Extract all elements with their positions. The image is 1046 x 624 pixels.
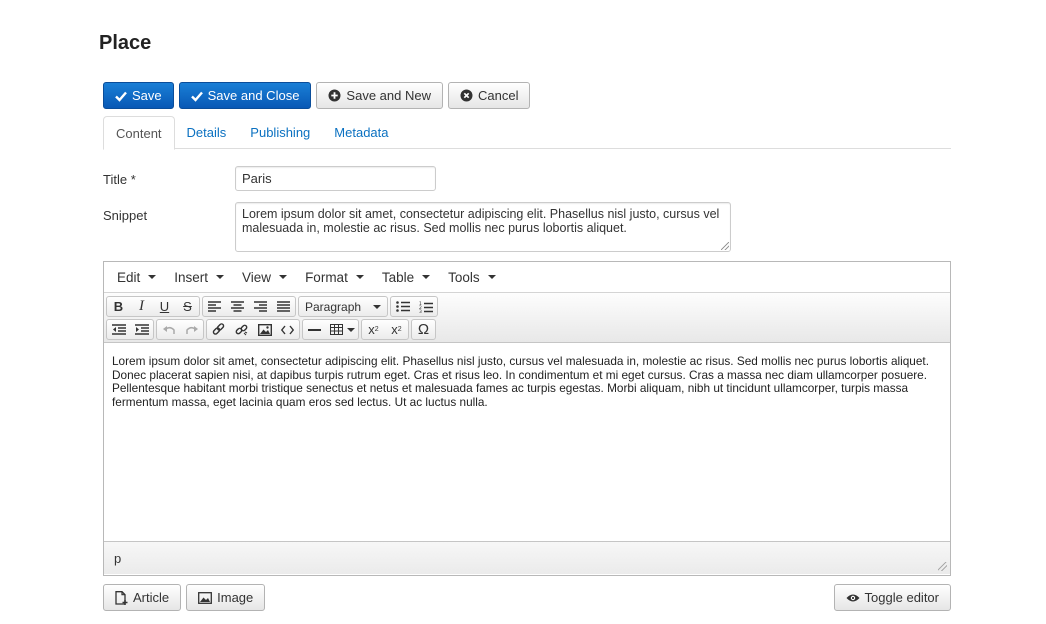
strikethrough-icon[interactable]: S [176,297,199,316]
link-icon[interactable] [207,320,230,339]
save-and-new-button[interactable]: Save and New [316,82,443,109]
redo-icon[interactable] [180,320,203,339]
check-icon [115,90,127,102]
rich-text-editor: Edit Insert View Format Table Tools B I … [103,261,951,576]
snippet-textarea[interactable]: Lorem ipsum dolor sit amet, consectetur … [235,202,731,252]
subscript-icon[interactable]: x2 [362,320,385,339]
editor-statusbar: p [104,541,950,574]
toggle-editor-button[interactable]: Toggle editor [833,584,951,611]
resize-grip-icon[interactable] [938,562,947,571]
align-right-icon[interactable] [249,297,272,316]
tab-bar: Content Details Publishing Metadata [103,116,951,150]
caret-down-icon [216,275,225,279]
caret-down-icon [355,275,364,279]
align-left-icon[interactable] [203,297,226,316]
horizontal-rule-icon[interactable] [303,320,326,339]
editor-menubar: Edit Insert View Format Table Tools [104,262,950,293]
align-justify-icon[interactable] [272,297,295,316]
editor-content[interactable]: Lorem ipsum dolor sit amet, consectetur … [104,343,950,541]
omega-icon[interactable]: Ω [412,320,435,339]
picture-icon [198,591,213,604]
save-button[interactable]: Save [103,82,174,109]
element-path[interactable]: p [114,551,121,566]
article-button[interactable]: Article [103,584,182,611]
bullet-list-icon[interactable] [391,297,414,316]
italic-icon[interactable]: I [130,297,153,316]
menu-format[interactable]: Format [296,270,373,285]
tab-content[interactable]: Content [103,116,175,150]
underline-icon[interactable]: U [153,297,176,316]
numbered-list-icon[interactable]: 123 [414,297,437,316]
svg-text:3: 3 [419,309,422,313]
menu-edit[interactable]: Edit [108,270,165,285]
code-icon[interactable] [276,320,299,339]
caret-down-icon [373,304,381,309]
resize-handle-icon[interactable] [721,242,729,250]
image-icon[interactable] [253,320,276,339]
caret-down-icon [148,275,157,279]
indent-icon[interactable] [130,320,153,339]
snippet-label: Snippet [103,208,148,223]
format-select[interactable]: Paragraph [299,297,387,316]
bold-icon[interactable]: B [107,297,130,316]
title-label: Title * [103,172,136,187]
caret-down-icon [346,327,355,332]
outdent-icon[interactable] [107,320,130,339]
page-title: Place [99,32,152,54]
check-icon [190,90,203,102]
undo-icon[interactable] [157,320,180,339]
caret-down-icon [422,275,431,279]
menu-table[interactable]: Table [373,270,439,285]
tab-metadata[interactable]: Metadata [322,116,400,149]
tab-publishing[interactable]: Publishing [238,116,322,149]
action-toolbar: Save Save and Close Save and New Cancel [103,82,531,109]
plus-circle-icon [328,89,341,102]
file-add-icon [115,590,128,605]
caret-down-icon [279,275,288,279]
tab-details[interactable]: Details [175,116,239,149]
align-center-icon[interactable] [226,297,249,316]
editor-toolbar: B I U S Paragraph 123 x 2 x 2 Ω [104,293,950,343]
save-and-close-button[interactable]: Save and Close [178,82,312,109]
superscript-icon[interactable]: x2 [385,320,408,339]
snippet-text: Lorem ipsum dolor sit amet, consectetur … [242,207,720,235]
menu-insert[interactable]: Insert [165,270,233,285]
table-icon[interactable] [326,320,358,339]
title-input[interactable]: Paris [235,166,436,191]
eye-icon [846,593,860,603]
close-circle-icon [460,89,473,102]
unlink-icon[interactable] [230,320,253,339]
menu-tools[interactable]: Tools [439,270,505,285]
caret-down-icon [487,275,496,279]
image-button[interactable]: Image [186,584,266,611]
cancel-button[interactable]: Cancel [447,82,531,109]
menu-view[interactable]: View [233,270,296,285]
editor-extra-buttons: Article Image [103,584,266,611]
